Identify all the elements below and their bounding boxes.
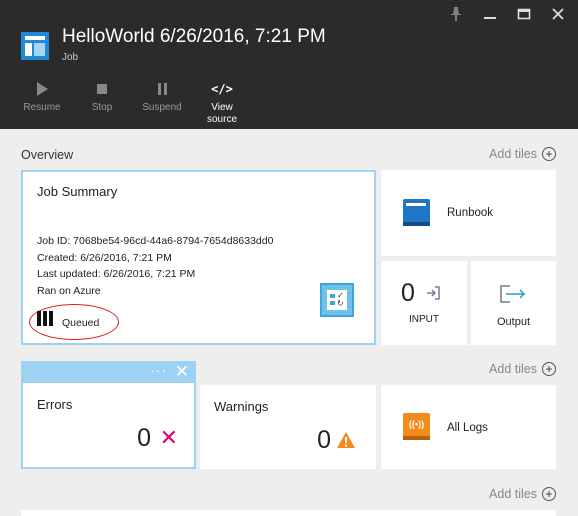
job-last-updated: Last updated: 6/26/2016, 7:21 PM (37, 268, 196, 280)
runbook-icon (403, 199, 430, 226)
bottom-tile (21, 510, 556, 516)
blade-header: HelloWorld 6/26/2016, 7:21 PM Job Resume… (0, 0, 578, 129)
minimize-icon[interactable] (480, 6, 500, 22)
add-tiles-button-bottom[interactable]: Add tiles + (489, 487, 556, 501)
job-id: Job ID: 7068be54-96cd-44a6-8794-7654d863… (37, 235, 274, 247)
input-icon (427, 286, 440, 300)
close-icon[interactable] (548, 6, 568, 22)
all-logs-tile[interactable]: ((•)) All Logs (381, 385, 556, 469)
stop-icon (97, 84, 107, 94)
stop-button[interactable]: Stop (72, 80, 132, 126)
status-badge: Queued (62, 317, 100, 329)
maximize-icon[interactable] (514, 6, 534, 22)
runbook-label: Runbook (447, 207, 494, 219)
add-tiles-button[interactable]: Add tiles + (489, 147, 556, 161)
job-summary-heading: Job Summary (37, 184, 118, 199)
output-icon (500, 285, 526, 303)
logs-icon: ((•)) (403, 413, 430, 440)
error-icon: ✕ (159, 425, 178, 450)
errors-tile[interactable]: Errors 0 ✕ (21, 383, 196, 469)
more-icon[interactable]: ··· (150, 362, 167, 378)
job-summary-details: Job ID: 7068be54-96cd-44a6-8794-7654d863… (37, 233, 273, 299)
all-logs-label: All Logs (447, 422, 488, 434)
input-tile[interactable]: 0 INPUT (381, 261, 467, 345)
runbook-tile[interactable]: Runbook (381, 170, 556, 256)
resume-button[interactable]: Resume (12, 80, 72, 126)
command-bar: Resume Stop Suspend </> View source (12, 80, 252, 126)
add-icon: + (542, 487, 556, 501)
play-icon (36, 82, 48, 96)
warnings-tile[interactable]: Warnings 0 (200, 385, 376, 469)
add-tiles-button-streams[interactable]: Add tiles + (489, 362, 556, 376)
pause-icon (157, 83, 167, 95)
code-icon: </> (211, 82, 233, 96)
input-label: INPUT (409, 314, 439, 325)
input-count: 0 (401, 279, 415, 307)
close-tile-icon[interactable]: ✕ (175, 361, 189, 383)
output-label: Output (496, 316, 531, 328)
errors-heading: Errors (37, 397, 73, 412)
window-controls (446, 6, 568, 22)
add-icon: + (542, 147, 556, 161)
output-tile[interactable]: Output (471, 261, 556, 345)
errors-count: 0 (137, 424, 151, 452)
tile-toolbar: ··· ✕ (21, 361, 196, 383)
overview-title: Overview (21, 148, 74, 162)
job-summary-tile[interactable]: Job Summary Job ID: 7068be54-96cd-44a6-8… (21, 170, 376, 345)
pin-icon[interactable] (446, 6, 466, 22)
job-icon (21, 32, 49, 60)
warnings-count: 0 (317, 426, 331, 454)
queued-icon (37, 311, 53, 326)
suspend-button[interactable]: Suspend (132, 80, 192, 126)
view-source-button[interactable]: </> View source (192, 80, 252, 126)
page-title: HelloWorld 6/26/2016, 7:21 PM (62, 26, 326, 47)
warnings-heading: Warnings (214, 399, 269, 414)
job-summary-icon: ✓ ↻ (320, 283, 354, 317)
job-ran-on: Ran on Azure (37, 284, 101, 297)
warning-icon (337, 432, 355, 448)
job-created: Created: 6/26/2016, 7:21 PM (37, 251, 172, 264)
page-subtitle: Job (62, 52, 79, 63)
add-icon: + (542, 362, 556, 376)
